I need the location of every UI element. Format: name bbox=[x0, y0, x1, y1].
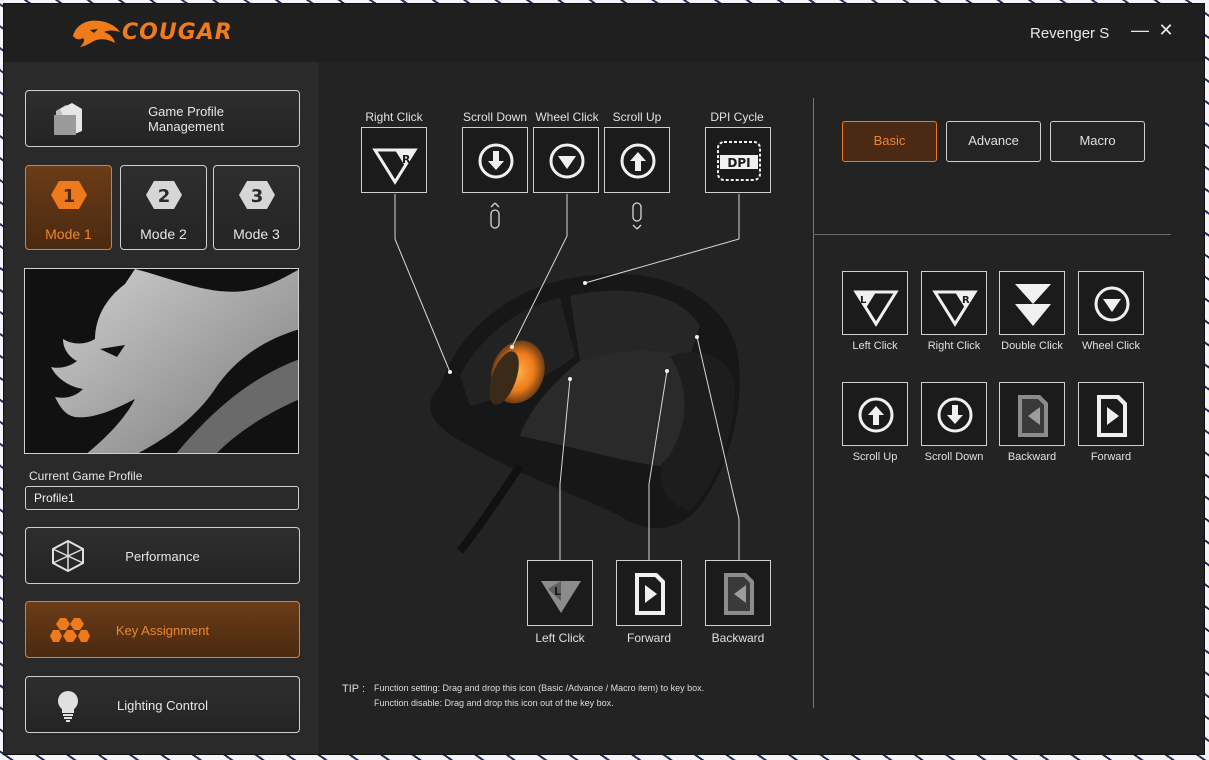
tab-macro[interactable]: Macro bbox=[1050, 121, 1145, 162]
center-divider bbox=[813, 98, 814, 708]
fn-scroll-up-label: Scroll Up bbox=[852, 451, 898, 463]
fn-backward-label: Backward bbox=[1007, 451, 1057, 463]
fn-scroll-up[interactable] bbox=[842, 382, 908, 446]
tip-line-1: Function setting: Drag and drop this ico… bbox=[374, 683, 705, 693]
wheel-click-icon bbox=[549, 143, 585, 179]
left-click-key-box[interactable]: L bbox=[527, 560, 593, 626]
tip-line-2: Function disable: Drag and drop this ico… bbox=[374, 698, 614, 708]
right-click-key-box[interactable]: R bbox=[361, 127, 427, 193]
fn-forward-label: Forward bbox=[1090, 451, 1132, 463]
app-window: COUGAR Revenger S — ✕ Game Profile Manag… bbox=[4, 4, 1204, 754]
forward-icon bbox=[1097, 395, 1127, 437]
svg-text:L: L bbox=[554, 585, 561, 598]
arrow-up-circle-icon bbox=[620, 143, 656, 179]
scroll-up-key-label: Scroll Up bbox=[612, 110, 662, 124]
scroll-down-key-box[interactable] bbox=[462, 127, 528, 193]
arrow-up-circle-icon bbox=[858, 397, 894, 433]
backward-icon bbox=[1018, 395, 1048, 437]
tab-basic[interactable]: Basic bbox=[842, 121, 937, 162]
arrow-down-circle-icon bbox=[478, 143, 514, 179]
right-click-icon: R bbox=[372, 148, 418, 185]
svg-text:R: R bbox=[962, 295, 970, 306]
dpi-cycle-key-label: DPI Cycle bbox=[710, 110, 764, 124]
scroll-down-hint-icon bbox=[490, 202, 500, 229]
fn-forward[interactable] bbox=[1078, 382, 1144, 446]
left-click-icon: L bbox=[853, 290, 899, 327]
dpi-icon: DPI bbox=[717, 141, 761, 181]
backward-icon bbox=[724, 573, 754, 615]
fn-right-click-label: Right Click bbox=[927, 340, 981, 352]
fn-double-click-label: Double Click bbox=[1001, 340, 1063, 352]
arrow-down-circle-icon bbox=[937, 397, 973, 433]
fn-double-click[interactable] bbox=[999, 271, 1065, 335]
fn-backward[interactable] bbox=[999, 382, 1065, 446]
fn-wheel-click[interactable] bbox=[1078, 271, 1144, 335]
forward-key-box[interactable] bbox=[616, 560, 682, 626]
right-click-icon: R bbox=[932, 290, 978, 327]
tab-advance[interactable]: Advance bbox=[946, 121, 1041, 162]
fn-wheel-click-label: Wheel Click bbox=[1081, 340, 1141, 352]
dpi-cycle-key-box[interactable]: DPI bbox=[705, 127, 771, 193]
right-click-key-label: Right Click bbox=[365, 110, 423, 124]
fn-scroll-down[interactable] bbox=[921, 382, 987, 446]
wheel-click-key-box[interactable] bbox=[533, 127, 599, 193]
forward-key-label: Forward bbox=[626, 631, 671, 645]
backward-key-box[interactable] bbox=[705, 560, 771, 626]
scroll-up-key-box[interactable] bbox=[604, 127, 670, 193]
scroll-up-hint-icon bbox=[632, 202, 642, 230]
right-divider bbox=[813, 234, 1171, 235]
wheel-click-icon bbox=[1094, 286, 1130, 322]
svg-text:R: R bbox=[402, 153, 411, 166]
left-click-key-label: Left Click bbox=[535, 631, 585, 645]
fn-left-click-label: Left Click bbox=[852, 340, 898, 352]
fn-scroll-down-label: Scroll Down bbox=[924, 451, 984, 463]
backward-key-label: Backward bbox=[711, 631, 765, 645]
fn-left-click[interactable]: L bbox=[842, 271, 908, 335]
double-click-icon bbox=[1015, 284, 1051, 326]
svg-text:L: L bbox=[860, 295, 867, 306]
tip-prefix: TIP : bbox=[342, 683, 366, 695]
forward-icon bbox=[635, 573, 665, 615]
svg-text:DPI: DPI bbox=[727, 156, 750, 170]
fn-right-click[interactable]: R bbox=[921, 271, 987, 335]
left-click-icon: L bbox=[541, 581, 581, 613]
